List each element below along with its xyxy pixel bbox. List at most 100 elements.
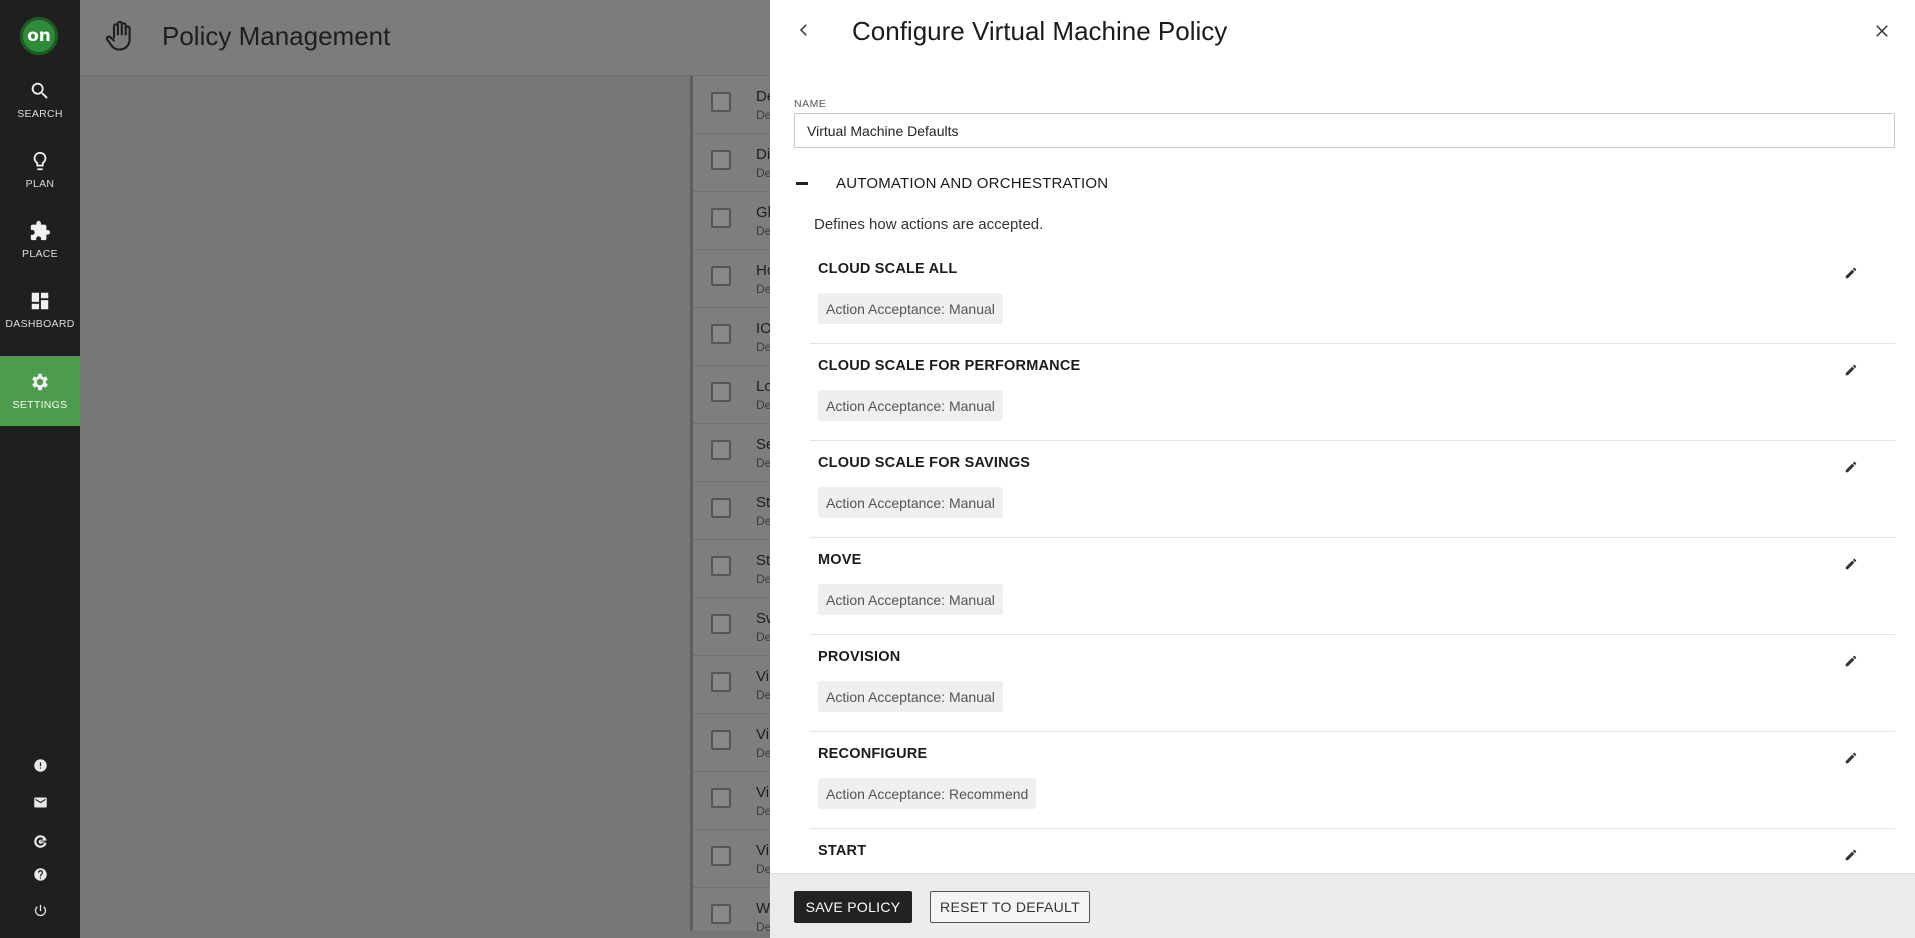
edit-button[interactable] bbox=[1840, 747, 1862, 769]
chevron-left-icon bbox=[799, 24, 807, 36]
logo[interactable]: on bbox=[20, 17, 58, 55]
google-icon bbox=[33, 834, 47, 848]
edit-button[interactable] bbox=[1840, 456, 1862, 478]
section-description: Defines how actions are accepted. bbox=[814, 216, 1044, 233]
reset-to-default-button[interactable]: RESET TO DEFAULT bbox=[930, 891, 1090, 923]
close-button[interactable] bbox=[1870, 19, 1894, 43]
setting-title: CLOUD SCALE ALL bbox=[818, 261, 958, 277]
edit-button[interactable] bbox=[1840, 262, 1862, 284]
drawer-title: Configure Virtual Machine Policy bbox=[852, 16, 1228, 46]
edit-button[interactable] bbox=[1840, 359, 1862, 381]
checkbox[interactable] bbox=[711, 498, 731, 518]
lightbulb-icon bbox=[33, 151, 47, 171]
setting-value: Action Acceptance: Manual bbox=[818, 293, 1003, 324]
checkbox[interactable] bbox=[711, 730, 731, 750]
dashboard-icon bbox=[31, 292, 49, 310]
pencil-icon bbox=[1845, 752, 1857, 764]
power-icon bbox=[34, 904, 46, 916]
setting-move: MOVE Action Acceptance: Manual bbox=[810, 538, 1895, 635]
section-title: AUTOMATION AND ORCHESTRATION bbox=[836, 174, 1109, 192]
pencil-icon bbox=[1845, 558, 1857, 570]
checkbox[interactable] bbox=[711, 150, 731, 170]
setting-value: Action Acceptance: Manual bbox=[818, 681, 1003, 712]
setting-title: PROVISION bbox=[818, 649, 901, 665]
list-item-title: St bbox=[756, 552, 771, 569]
checkbox[interactable] bbox=[711, 846, 731, 866]
setting-cloud-scale-performance: CLOUD SCALE FOR PERFORMANCE Action Accep… bbox=[810, 344, 1895, 441]
checkbox[interactable] bbox=[711, 788, 731, 808]
setting-reconfigure: RECONFIGURE Action Acceptance: Recommend bbox=[810, 732, 1895, 829]
setting-provision: PROVISION Action Acceptance: Manual bbox=[810, 635, 1895, 732]
nav-item-label: PLAN bbox=[25, 178, 55, 190]
setting-value: Action Acceptance: Manual bbox=[818, 487, 1003, 518]
setting-value: Action Acceptance: Recommend bbox=[818, 778, 1037, 809]
nav-item-label: SETTINGS bbox=[12, 399, 68, 411]
pencil-icon bbox=[1845, 267, 1857, 279]
edit-button[interactable] bbox=[1840, 553, 1862, 575]
nav-item-dashboard[interactable]: DASHBOARD bbox=[0, 275, 80, 345]
setting-start: START bbox=[810, 829, 1895, 873]
close-icon bbox=[1876, 25, 1888, 37]
search-icon bbox=[31, 82, 48, 99]
pencil-icon bbox=[1845, 364, 1857, 376]
checkbox[interactable] bbox=[711, 440, 731, 460]
hand-icon bbox=[105, 20, 131, 51]
save-policy-button[interactable]: SAVE POLICY bbox=[794, 891, 912, 923]
checkbox[interactable] bbox=[711, 614, 731, 634]
collapse-icon bbox=[796, 181, 808, 185]
setting-title: MOVE bbox=[818, 552, 862, 568]
setting-title: START bbox=[818, 843, 867, 859]
setting-cloud-scale-all: CLOUD SCALE ALL Action Acceptance: Manua… bbox=[810, 247, 1895, 344]
setting-cloud-scale-savings: CLOUD SCALE FOR SAVINGS Action Acceptanc… bbox=[810, 441, 1895, 538]
checkbox[interactable] bbox=[711, 208, 731, 228]
checkbox[interactable] bbox=[711, 382, 731, 402]
power-button[interactable] bbox=[28, 898, 52, 922]
list-item-title: Gl bbox=[756, 204, 771, 221]
list-item-title: Di bbox=[756, 146, 771, 163]
mail-icon bbox=[33, 797, 47, 807]
nav-item-search[interactable]: SEARCH bbox=[0, 65, 80, 135]
help-button[interactable] bbox=[28, 862, 52, 886]
checkbox[interactable] bbox=[711, 672, 731, 692]
checkbox[interactable] bbox=[711, 556, 731, 576]
checkbox[interactable] bbox=[711, 324, 731, 344]
list-item-title: Vi bbox=[756, 726, 770, 743]
gear-icon bbox=[32, 373, 48, 391]
list-item-title: Vi bbox=[756, 668, 770, 685]
back-button[interactable] bbox=[792, 18, 816, 42]
configure-policy-drawer: Configure Virtual Machine Policy NAME AU… bbox=[770, 0, 1915, 938]
nav-item-label: PLACE bbox=[22, 248, 58, 260]
pencil-icon bbox=[1845, 461, 1857, 473]
setting-title: CLOUD SCALE FOR PERFORMANCE bbox=[818, 358, 1081, 374]
setting-value: Action Acceptance: Manual bbox=[818, 390, 1003, 421]
checkbox[interactable] bbox=[711, 904, 731, 924]
nav-item-settings[interactable]: SETTINGS bbox=[0, 356, 80, 426]
nav-item-label: DASHBOARD bbox=[5, 318, 75, 330]
edit-button[interactable] bbox=[1840, 844, 1862, 866]
setting-value: Action Acceptance: Manual bbox=[818, 584, 1003, 615]
nav-item-place[interactable]: PLACE bbox=[0, 205, 80, 275]
edit-button[interactable] bbox=[1840, 650, 1862, 672]
help-icon bbox=[33, 867, 47, 881]
page-title: Policy Management bbox=[162, 21, 391, 51]
section-automation-header[interactable]: AUTOMATION AND ORCHESTRATION bbox=[794, 170, 1108, 196]
list-item-title: Vi bbox=[756, 842, 770, 859]
name-label: NAME bbox=[794, 98, 827, 110]
alert-icon bbox=[33, 758, 47, 772]
mail-button[interactable] bbox=[28, 790, 52, 814]
alert-button[interactable] bbox=[28, 753, 52, 777]
setting-title: RECONFIGURE bbox=[818, 746, 928, 762]
drawer-footer: SAVE POLICY RESET TO DEFAULT bbox=[770, 873, 1915, 938]
nav-item-label: SEARCH bbox=[17, 108, 63, 120]
google-button[interactable] bbox=[28, 829, 52, 853]
policy-name-input[interactable] bbox=[794, 113, 1895, 148]
list-item-title: W bbox=[756, 900, 771, 917]
pencil-icon bbox=[1845, 655, 1857, 667]
nav-item-plan[interactable]: PLAN bbox=[0, 135, 80, 205]
puzzle-icon bbox=[30, 220, 51, 241]
checkbox[interactable] bbox=[711, 266, 731, 286]
checkbox[interactable] bbox=[711, 92, 731, 112]
left-nav: on SEARCH PLAN PLACE DASHBOARD SETTINGS bbox=[0, 0, 80, 938]
pencil-icon bbox=[1845, 849, 1857, 861]
list-item-title: Vi bbox=[756, 784, 770, 801]
